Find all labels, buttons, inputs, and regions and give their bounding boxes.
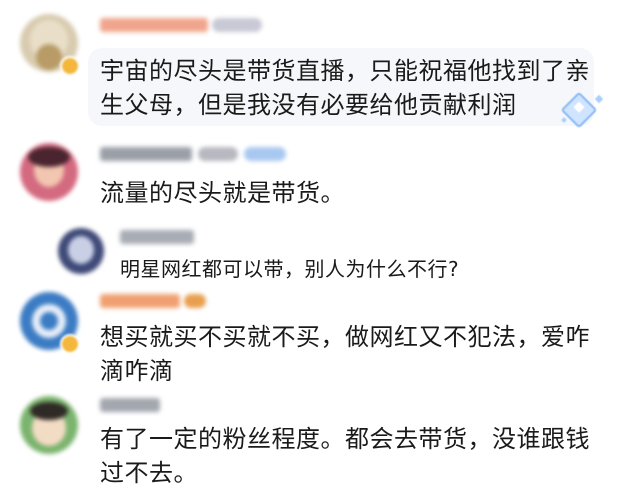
username[interactable]	[120, 230, 194, 244]
comment-text-line: 明星网红都可以带，别人为什么不行?	[120, 257, 460, 281]
comment-text-line: 有了一定的粉丝程度。都会去带货，没谁跟钱	[100, 425, 590, 453]
avatar[interactable]	[58, 228, 104, 274]
comment-text-line: 滴咋滴	[100, 357, 174, 385]
username[interactable]	[100, 147, 192, 161]
level-badge	[198, 147, 238, 161]
verified-badge-icon	[60, 56, 80, 76]
comment-text: 想买就买不买就不买，做网红又不犯法，爱咋 滴咋滴	[100, 320, 590, 388]
comment-text-line: 生父母，但是我没有必要给他贡献利润	[100, 91, 517, 119]
verified-badge-icon	[60, 334, 80, 354]
comment-text-line: 想买就买不买就不买，做网红又不犯法，爱咋	[100, 323, 590, 351]
avatar[interactable]	[20, 396, 78, 454]
comment-text: 流量的尽头就是带货。	[100, 176, 345, 210]
comment-text-line: 过不去。	[100, 459, 198, 487]
level-badge	[212, 18, 262, 32]
avatar[interactable]	[20, 143, 78, 201]
sparkle-icon	[594, 94, 604, 104]
comment-text-line: 宇宙的尽头是带货直播，只能祝福他找到了亲	[100, 57, 590, 85]
comment-text: 有了一定的粉丝程度。都会去带货，没谁跟钱 过不去。	[100, 422, 590, 490]
vip-badge	[244, 147, 286, 161]
username[interactable]	[100, 18, 208, 32]
comment-text: 宇宙的尽头是带货直播，只能祝福他找到了亲 生父母，但是我没有必要给他贡献利润	[100, 54, 590, 122]
comment-text-line: 流量的尽头就是带货。	[100, 179, 345, 207]
reply-text: 明星网红都可以带，别人为什么不行?	[120, 255, 459, 283]
username[interactable]	[100, 398, 160, 412]
username[interactable]	[100, 294, 180, 308]
fan-badge	[184, 294, 206, 308]
